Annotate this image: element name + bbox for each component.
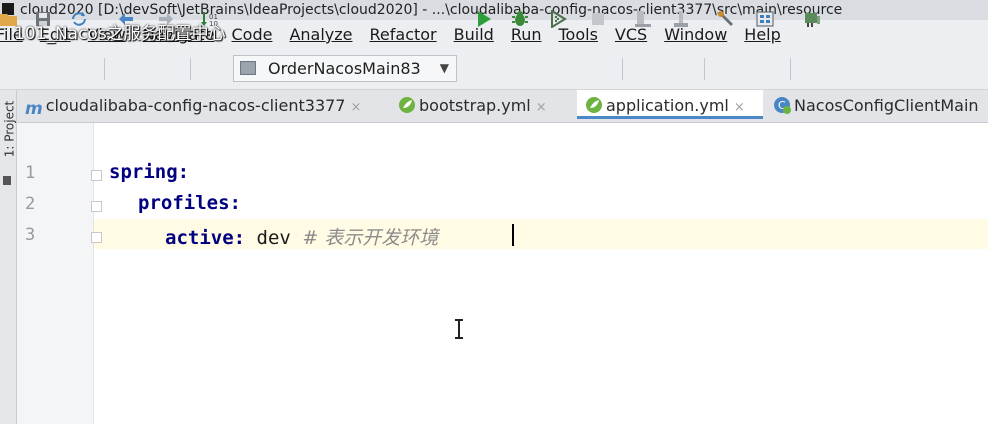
editor-tabs: m cloudalibaba-config-nacos-client3377 × b… xyxy=(17,90,988,123)
main-toolbar xyxy=(0,49,988,90)
mouse-ibeam-cursor xyxy=(455,319,463,339)
tab-application-yml[interactable]: application.yml × xyxy=(577,90,763,119)
tab-label: cloudalibaba-config-nacos-client3377 xyxy=(45,96,346,115)
close-icon[interactable]: × xyxy=(734,100,745,115)
attach-icon[interactable] xyxy=(634,10,652,28)
menu-refactor[interactable]: Refactor xyxy=(370,20,437,49)
project-icon xyxy=(3,176,11,185)
fold-marker-icon[interactable] xyxy=(91,201,102,212)
tool-window-sidebar: 1: Project xyxy=(0,90,17,424)
code-editor[interactable]: 1 2 3 spring: profiles: active: dev # 表示… xyxy=(17,123,988,424)
module-icon: m xyxy=(25,99,43,119)
yaml-key: spring: xyxy=(109,161,190,183)
menu-analyze[interactable]: Analyze xyxy=(289,20,352,49)
run-configuration-label: OrderNacosMain83 xyxy=(268,59,421,78)
line-number: 1 xyxy=(25,163,36,183)
fold-end-marker-icon[interactable] xyxy=(91,232,102,243)
video-overlay-caption: 101_Nacos之服务配置中心 xyxy=(14,24,226,44)
line-number: 2 xyxy=(25,194,36,214)
run-configuration-selector[interactable]: OrderNacosMain83 ▼ xyxy=(233,55,457,82)
fold-marker-icon[interactable] xyxy=(91,170,102,181)
spring-leaf-icon xyxy=(586,97,602,113)
line-number: 3 xyxy=(25,225,36,245)
code-line-1: spring: xyxy=(109,161,189,183)
profiler-icon[interactable] xyxy=(672,10,690,28)
text-caret xyxy=(512,224,514,246)
yaml-key: profiles: xyxy=(138,192,241,214)
tab-nacos-config-client-main[interactable]: C NacosConfigClientMain xyxy=(773,90,988,121)
code-line-3: active: dev # 表示开发环境 xyxy=(165,223,438,250)
yaml-comment: # 表示开发环境 xyxy=(302,227,439,249)
tab-label: application.yml xyxy=(606,96,729,115)
sdk-download-icon[interactable] xyxy=(803,10,821,28)
tab-label: NacosConfigClientMain xyxy=(794,96,979,115)
project-tool-window-button[interactable]: 1: Project xyxy=(2,101,16,158)
coverage-icon[interactable] xyxy=(549,10,567,28)
settings-icon[interactable] xyxy=(717,10,735,28)
window-title-bar: cloud2020 [D:\devSoft\JetBrains\IdeaProj… xyxy=(0,0,988,20)
tab-label: bootstrap.yml xyxy=(419,96,531,115)
close-icon[interactable]: × xyxy=(350,100,361,115)
application-config-icon xyxy=(240,61,256,75)
tab-cloudalibaba-config-nacos-client3377[interactable]: m cloudalibaba-config-nacos-client3377 × xyxy=(25,90,395,121)
spring-class-icon: C xyxy=(774,97,791,114)
menu-code[interactable]: Code xyxy=(232,20,273,49)
debug-icon[interactable] xyxy=(511,10,529,28)
yaml-key: active: xyxy=(165,227,246,249)
run-icon[interactable] xyxy=(475,10,493,28)
stop-icon[interactable] xyxy=(589,10,607,28)
code-line-2: profiles: xyxy=(138,192,241,214)
project-structure-icon[interactable] xyxy=(756,10,774,28)
tab-bootstrap-yml[interactable]: bootstrap.yml × xyxy=(398,90,578,121)
spring-leaf-icon xyxy=(399,97,415,113)
chevron-down-icon: ▼ xyxy=(439,61,449,75)
close-icon[interactable]: × xyxy=(536,100,547,115)
yaml-value: dev xyxy=(256,227,291,249)
